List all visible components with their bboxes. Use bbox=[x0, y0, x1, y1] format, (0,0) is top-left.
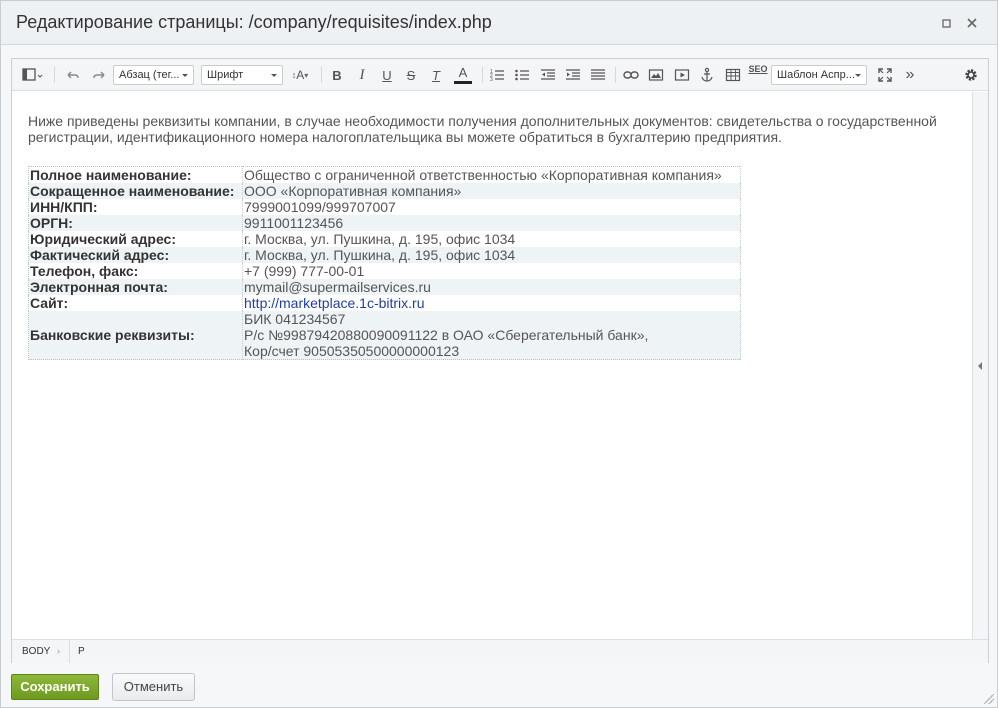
toolbar-separator bbox=[54, 67, 55, 83]
requisite-key: Фактический адрес: bbox=[28, 247, 243, 263]
unordered-list-icon[interactable] bbox=[513, 64, 531, 86]
requisite-key: Юридический адрес: bbox=[28, 231, 243, 247]
template-select[interactable]: Шаблон Аспр... bbox=[771, 65, 867, 85]
requisite-key: Полное наименование: bbox=[28, 166, 243, 183]
close-icon[interactable] bbox=[964, 15, 980, 31]
requisite-value: 7999001099/999707007 bbox=[242, 199, 741, 215]
requisite-value: mymail@supermailservices.ru bbox=[242, 279, 741, 295]
requisite-value: 9911001123456 bbox=[242, 215, 741, 231]
requisite-key: ОРГН: bbox=[28, 215, 243, 231]
seo-icon[interactable]: SEO bbox=[748, 64, 768, 86]
text-color-icon[interactable]: A bbox=[454, 64, 472, 84]
side-panel-toggle[interactable] bbox=[972, 92, 988, 639]
crumb-separator bbox=[69, 640, 70, 663]
bank-line3: Кор/счет 90505350500000000123 bbox=[244, 343, 460, 359]
requisite-value: http://marketplace.1c-bitrix.ru bbox=[242, 295, 741, 311]
table-row: Сокращенное наименование: ООО «Корпоратив… bbox=[28, 183, 741, 199]
more-icon[interactable]: » bbox=[901, 64, 919, 86]
font-size-icon[interactable]: ↕ A ▾ bbox=[288, 64, 312, 86]
table-icon[interactable] bbox=[724, 64, 742, 86]
edit-page-dialog: Редактирование страницы: /company/requis… bbox=[0, 0, 998, 708]
table-row: Электронная почта: mymail@supermailservic… bbox=[28, 279, 741, 295]
redo-icon[interactable] bbox=[90, 64, 108, 86]
anchor-icon[interactable] bbox=[698, 64, 716, 86]
collapse-arrow-icon[interactable] bbox=[978, 362, 982, 370]
table-row: Банковские реквизиты: БИК 041234567 Р/с №9… bbox=[28, 311, 741, 360]
dialog-title: Редактирование страницы: /company/requis… bbox=[16, 12, 492, 32]
outdent-icon[interactable] bbox=[539, 64, 557, 86]
cancel-button[interactable]: Отменить bbox=[112, 673, 195, 701]
requisite-key: ИНН/КПП: bbox=[28, 199, 243, 215]
crumb-arrow-icon: › bbox=[57, 646, 60, 656]
requisite-value: г. Москва, ул. Пушкина, д. 195, офис 103… bbox=[242, 247, 741, 263]
font-select[interactable]: Шрифт bbox=[201, 65, 283, 85]
table-row: Полное наименование: Общество с ограничен… bbox=[28, 166, 741, 183]
requisite-value: ООО «Корпоративная компания» bbox=[242, 183, 741, 199]
view-mode-icon[interactable] bbox=[20, 64, 46, 86]
undo-icon[interactable] bbox=[64, 64, 82, 86]
svg-text:3: 3 bbox=[490, 77, 493, 83]
ordered-list-icon[interactable]: 123 bbox=[488, 64, 506, 86]
align-icon[interactable] bbox=[589, 64, 607, 86]
requisite-value: г. Москва, ул. Пушкина, д. 195, офис 103… bbox=[242, 231, 741, 247]
font-size-label: A bbox=[296, 68, 305, 82]
table-row: Фактический адрес: г. Москва, ул. Пушкина… bbox=[28, 247, 741, 263]
table-row: Юридический адрес: г. Москва, ул. Пушкина… bbox=[28, 231, 741, 247]
bold-icon[interactable]: B bbox=[328, 64, 346, 86]
strikethrough-icon[interactable]: S bbox=[402, 64, 420, 86]
requisite-key: Сокращенное наименование: bbox=[28, 183, 243, 199]
requisite-key: Телефон, факс: bbox=[28, 263, 243, 279]
image-icon[interactable] bbox=[647, 64, 665, 86]
table-row: ИНН/КПП: 7999001099/999707007 bbox=[28, 199, 741, 215]
toolbar-separator bbox=[321, 67, 322, 83]
html-editor: Абзац (тег... Шрифт ↕ A ▾ B I U S T A 123 bbox=[11, 58, 989, 663]
requisite-key: Электронная почта: bbox=[28, 279, 243, 295]
table-row: ОРГН: 9911001123456 bbox=[28, 215, 741, 231]
video-icon[interactable] bbox=[673, 64, 691, 86]
crumb-body[interactable]: BODY bbox=[22, 646, 50, 657]
requisites-table: Полное наименование: Общество с ограничен… bbox=[28, 166, 741, 360]
table-row: Сайт: http://marketplace.1c-bitrix.ru bbox=[28, 295, 741, 311]
bank-line2: Р/с №99879420880090091122 в ОАО «Сберега… bbox=[244, 327, 649, 343]
maximize-icon[interactable] bbox=[939, 15, 955, 31]
requisite-value: +7 (999) 777-00-01 bbox=[242, 263, 741, 279]
toolbar-separator bbox=[615, 67, 616, 83]
dialog-titlebar[interactable]: Редактирование страницы: /company/requis… bbox=[1, 1, 997, 45]
link-icon[interactable] bbox=[622, 64, 640, 86]
bank-line1: БИК 041234567 bbox=[244, 311, 346, 327]
underline-icon[interactable]: U bbox=[378, 64, 396, 86]
requisite-key: Банковские реквизиты: bbox=[28, 311, 243, 360]
requisite-key: Сайт: bbox=[28, 295, 243, 311]
table-row: Телефон, факс: +7 (999) 777-00-01 bbox=[28, 263, 741, 279]
editor-toolbar: Абзац (тег... Шрифт ↕ A ▾ B I U S T A 123 bbox=[12, 59, 988, 91]
requisite-value: БИК 041234567 Р/с №99879420880090091122 в… bbox=[242, 311, 741, 360]
crumb-p[interactable]: P bbox=[78, 646, 85, 657]
resize-grip-icon[interactable] bbox=[984, 694, 994, 704]
settings-icon[interactable] bbox=[962, 64, 980, 86]
site-link[interactable]: http://marketplace.1c-bitrix.ru bbox=[244, 295, 425, 311]
intro-paragraph: Ниже приведены реквизиты компании, в слу… bbox=[28, 113, 937, 145]
editor-content-area[interactable]: Ниже приведены реквизиты компании, в слу… bbox=[12, 92, 972, 639]
fullscreen-icon[interactable] bbox=[876, 64, 894, 86]
requisite-value: Общество с ограниченной ответственностью… bbox=[242, 166, 741, 183]
italic-icon[interactable]: I bbox=[353, 64, 371, 86]
editor-statusbar: BODY › P bbox=[12, 639, 988, 663]
remove-format-icon[interactable]: T bbox=[427, 64, 445, 86]
save-button[interactable]: Сохранить bbox=[11, 674, 99, 700]
indent-icon[interactable] bbox=[564, 64, 582, 86]
toolbar-separator bbox=[482, 67, 483, 83]
format-select[interactable]: Абзац (тег... bbox=[113, 65, 194, 85]
